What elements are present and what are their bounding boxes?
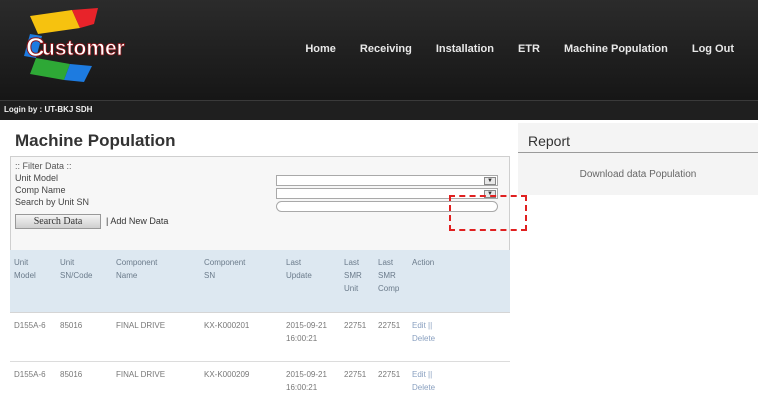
cell-last-update: 2015-09-21 16:00:21: [282, 361, 340, 405]
svg-text:ustomer: ustomer: [42, 37, 125, 60]
cell-unit-model: D155A-6: [10, 312, 56, 362]
nav-installation[interactable]: Installation: [424, 41, 506, 57]
col-component-name: Component Name: [112, 250, 200, 313]
cell-smr-comp: 22751: [374, 361, 408, 405]
cell-smr-comp: 22751: [374, 312, 408, 362]
cell-smr-unit: 22751: [340, 361, 374, 405]
col-last-smr-comp: Last SMR Comp: [374, 250, 408, 313]
login-bar: Login by : UT-BKJ SDH: [0, 100, 758, 120]
nav-machine-population[interactable]: Machine Population: [552, 41, 680, 57]
cell-component-name: FINAL DRIVE: [112, 312, 200, 362]
nav-log-out[interactable]: Log Out: [680, 41, 746, 57]
cell-component-sn: KX-K000209: [200, 361, 282, 405]
population-table: Unit Model Unit SN/Code Component Name Comp…: [10, 250, 510, 405]
filter-title: :: Filter Data ::: [15, 161, 72, 171]
delete-link[interactable]: Delete: [412, 383, 435, 392]
table-row: D155A-6 85016 FINAL DRIVE KX-K000209 201…: [10, 361, 510, 405]
cell-last-update: 2015-09-21 16:00:21: [282, 312, 340, 362]
cell-unit-model: D155A-6: [10, 361, 56, 405]
highlight-callout-box: [449, 195, 527, 231]
edit-link[interactable]: Edit ||: [412, 370, 432, 379]
report-title: Report: [528, 133, 571, 149]
edit-link[interactable]: Edit ||: [412, 321, 432, 330]
unit-model-select[interactable]: ▼: [276, 175, 498, 186]
col-component-sn: Component SN: [200, 250, 282, 313]
cell-unit-sn: 85016: [56, 312, 112, 362]
search-sn-label: Search by Unit SN: [15, 197, 90, 207]
col-last-update: Last Update: [282, 250, 340, 313]
col-last-smr-unit: Last SMR Unit: [340, 250, 374, 313]
nav-home[interactable]: Home: [293, 41, 348, 57]
table-row: D155A-6 85016 FINAL DRIVE KX-K000201 201…: [10, 312, 510, 362]
login-text: Login by : UT-BKJ SDH: [4, 105, 93, 114]
comp-name-label: Comp Name: [15, 185, 66, 195]
cell-component-sn: KX-K000201: [200, 312, 282, 362]
download-population-link[interactable]: Download data Population: [518, 169, 758, 180]
report-panel: Report Download data Population: [518, 123, 758, 195]
nav-etr[interactable]: ETR: [506, 41, 552, 57]
cell-component-name: FINAL DRIVE: [112, 361, 200, 405]
delete-link[interactable]: Delete: [412, 334, 435, 343]
unit-model-label: Unit Model: [15, 173, 59, 183]
chevron-down-icon: ▼: [484, 177, 496, 185]
cell-unit-sn: 85016: [56, 361, 112, 405]
main-nav: Home Receiving Installation ETR Machine …: [293, 41, 746, 57]
nav-receiving[interactable]: Receiving: [348, 41, 424, 57]
main-content: Machine Population :: Filter Data :: Uni…: [10, 120, 510, 405]
customer-logo[interactable]: C ustomer: [20, 8, 160, 84]
col-unit-sn: Unit SN/Code: [56, 250, 112, 313]
table-header-row: Unit Model Unit SN/Code Component Name Comp…: [10, 250, 510, 313]
page-title: Machine Population: [15, 131, 176, 150]
cell-action: Edit || Delete: [408, 312, 510, 362]
col-action: Action: [408, 250, 510, 313]
cell-smr-unit: 22751: [340, 312, 374, 362]
search-data-button[interactable]: Search Data: [15, 214, 101, 229]
col-unit-model: Unit Model: [10, 250, 56, 313]
report-divider: [518, 152, 758, 153]
cell-action: Edit || Delete: [408, 361, 510, 405]
add-new-data-link[interactable]: | Add New Data: [106, 216, 168, 226]
top-header-bar: C ustomer Home Receiving Installation ET…: [0, 0, 758, 100]
